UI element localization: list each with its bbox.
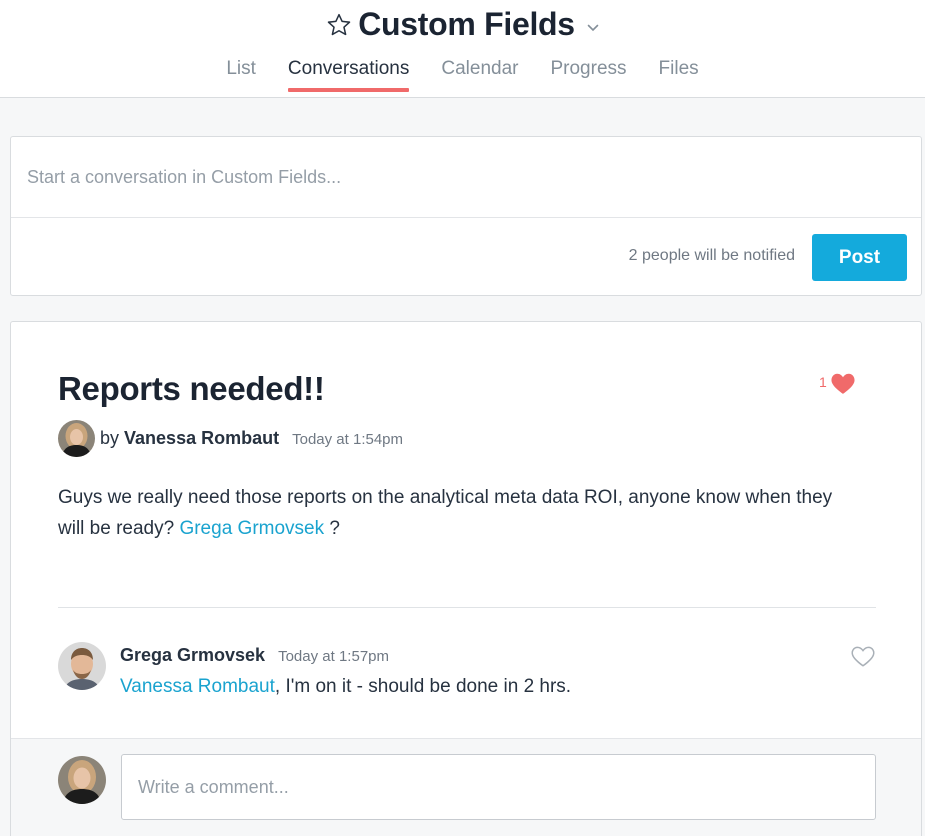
project-header: Custom Fields List Conversations Calenda… [0, 0, 925, 98]
reply-timestamp: Today at 1:57pm [278, 648, 389, 665]
post-button[interactable]: Post [812, 234, 907, 281]
avatar-current-user-image [58, 756, 106, 804]
comment-input[interactable] [121, 754, 876, 820]
conversation-title: Reports needed!! [58, 370, 325, 407]
author-name[interactable]: Vanessa Rombaut [124, 428, 279, 448]
project-title: Custom Fields [358, 5, 575, 42]
post-timestamp: Today at 1:54pm [292, 431, 404, 448]
divider [11, 217, 921, 218]
tab-progress[interactable]: Progress [550, 58, 626, 92]
tab-files[interactable]: Files [659, 58, 699, 92]
reply-body: Vanessa Rombaut, I'm on it - should be d… [120, 676, 571, 698]
mention-link[interactable]: Grega Grmovsek [179, 518, 324, 539]
reply-header: Grega Grmovsek Today at 1:57pm [120, 645, 389, 666]
avatar-grega-image [58, 642, 106, 690]
reply-text: , I'm on it - should be done in 2 hrs. [274, 676, 572, 697]
star-icon[interactable] [326, 12, 352, 38]
project-tabs: List Conversations Calendar Progress Fil… [0, 58, 925, 92]
body-text-end: ? [329, 518, 340, 539]
chevron-down-icon[interactable] [587, 24, 599, 32]
reply-avatar[interactable] [58, 642, 106, 690]
heart-outline-icon[interactable] [850, 644, 876, 668]
comment-bar [11, 738, 921, 836]
tab-calendar[interactable]: Calendar [441, 58, 518, 92]
like-count: 1 [819, 374, 827, 390]
notify-text: 2 people will be notified [628, 247, 795, 264]
tab-conversations[interactable]: Conversations [287, 58, 410, 92]
author-row: by Vanessa Rombaut Today at 1:54pm [100, 428, 403, 449]
author-avatar[interactable] [58, 420, 95, 457]
reply-mention-link[interactable]: Vanessa Rombaut [120, 676, 275, 697]
avatar-vanessa-image [58, 420, 95, 457]
conversation-card: Reports needed!! 1 by Vanessa Rombaut To… [10, 321, 922, 836]
conversation-input[interactable] [11, 137, 921, 217]
new-conversation-composer: 2 people will be notified Post [10, 136, 922, 296]
by-label: by [100, 428, 120, 448]
divider [58, 607, 876, 608]
heart-filled-icon[interactable] [830, 371, 856, 395]
conversation-body: Guys we really need those reports on the… [58, 482, 858, 544]
tab-list[interactable]: List [226, 58, 256, 92]
body-text: Guys we really need those reports on the… [58, 487, 833, 539]
title-row: Custom Fields [0, 4, 925, 44]
reply-author[interactable]: Grega Grmovsek [120, 645, 265, 665]
current-user-avatar[interactable] [58, 756, 106, 804]
